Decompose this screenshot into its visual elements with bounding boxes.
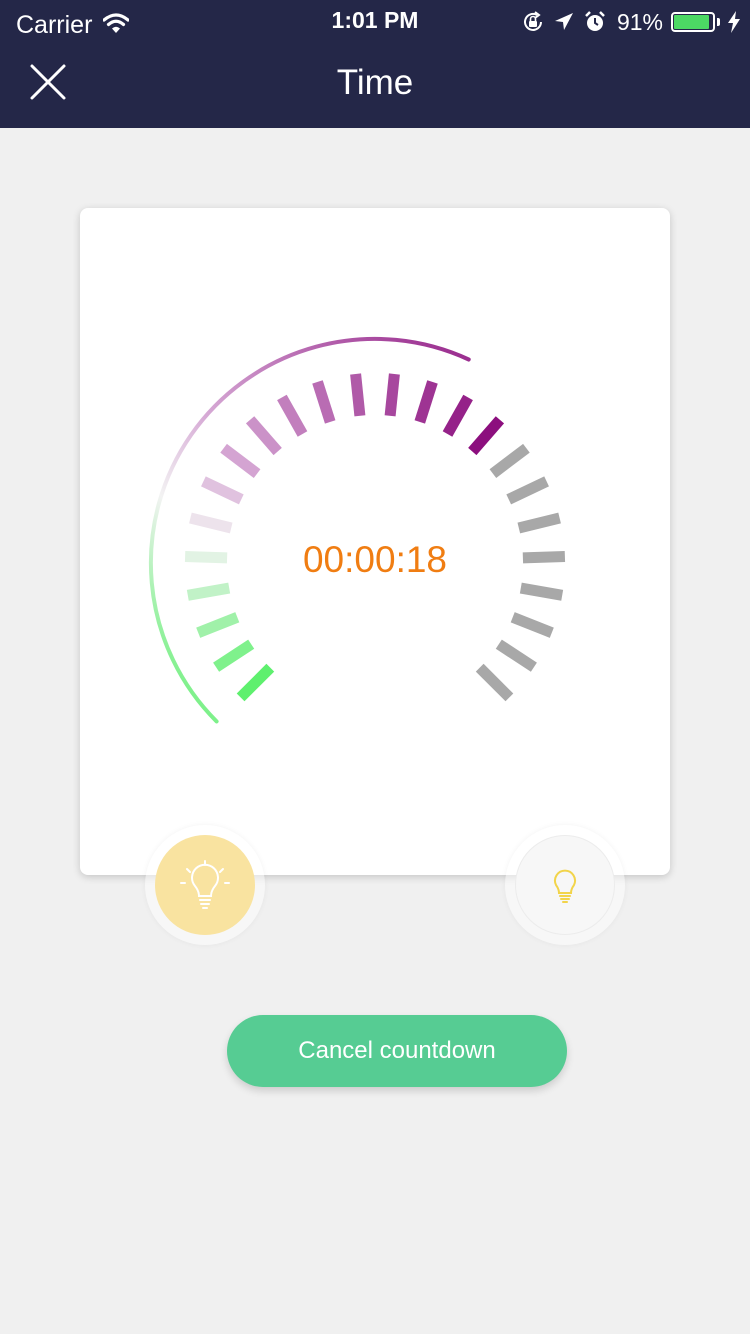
status-bar: Carrier 1:01 PM 91% bbox=[0, 0, 750, 44]
orientation-lock-icon bbox=[523, 11, 542, 31]
gauge-tick-active bbox=[350, 373, 366, 417]
battery-cap bbox=[717, 18, 720, 26]
gauge-tick-inactive bbox=[506, 476, 549, 505]
gauge-tick-active bbox=[414, 380, 438, 424]
light-off-button[interactable] bbox=[505, 825, 625, 945]
light-on-button[interactable] bbox=[145, 825, 265, 945]
gauge-tick-inactive bbox=[517, 512, 561, 534]
battery-percent: 91% bbox=[616, 8, 663, 35]
gauge-tick-active bbox=[201, 476, 244, 505]
gauge-tick-active bbox=[189, 512, 233, 534]
gauge-tick-inactive bbox=[495, 639, 537, 672]
gauge-tick-active bbox=[442, 394, 473, 437]
light-on-circle bbox=[155, 835, 255, 935]
progress-arc bbox=[148, 336, 471, 724]
gauge-ticks bbox=[184, 373, 566, 702]
page-title: Time bbox=[336, 63, 414, 102]
gauge-tick-inactive bbox=[510, 612, 554, 638]
gauge-tick-active bbox=[312, 380, 336, 424]
gauge-tick-active bbox=[213, 639, 255, 672]
gauge-tick-active bbox=[186, 582, 231, 601]
gauge-tick-active bbox=[277, 394, 308, 437]
alarm-icon bbox=[585, 11, 605, 31]
charging-icon bbox=[728, 11, 740, 33]
location-icon bbox=[554, 13, 573, 30]
lightbulb-off-icon bbox=[554, 869, 576, 903]
timer-card: 00:00:18 bbox=[80, 208, 670, 875]
gauge-tick-active bbox=[220, 443, 261, 478]
cancel-countdown-button[interactable]: Cancel countdown bbox=[227, 1015, 567, 1087]
gauge-tick-active bbox=[468, 416, 505, 456]
battery-icon bbox=[671, 12, 715, 32]
lightbulb-on-icon bbox=[180, 860, 230, 909]
battery-level-fill bbox=[674, 15, 709, 29]
gauge-tick-inactive bbox=[475, 663, 514, 702]
gauge-tick-active bbox=[384, 373, 400, 417]
gauge-tick-inactive bbox=[489, 443, 530, 478]
countdown-readout: 00:00:18 bbox=[302, 539, 448, 580]
gauge-tick-inactive bbox=[519, 582, 564, 601]
gauge-tick-active bbox=[196, 612, 240, 638]
gauge-tick-active bbox=[236, 663, 275, 702]
top-bar: Carrier 1:01 PM 91% Time bbox=[0, 0, 750, 128]
gauge-tick-active bbox=[245, 416, 282, 456]
status-icons: 91% bbox=[521, 8, 740, 36]
light-off-circle bbox=[515, 835, 615, 935]
